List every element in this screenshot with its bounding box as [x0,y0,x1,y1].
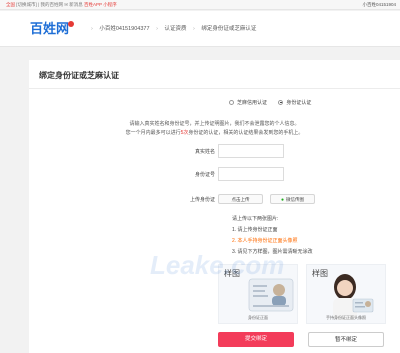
logo-dot-icon [68,21,75,27]
local-upload-button[interactable]: 点击上传 [218,194,263,204]
city-label: 全国 [6,2,15,7]
intro-line-2-pre: 您一个月内最多可以进行 [125,130,181,136]
skip-bind-button[interactable]: 暂不绑定 [308,332,384,347]
radio-zhima-circle-icon [229,100,234,105]
breadcrumb-separator-icon: › [192,26,195,32]
sample-id-front: 样图 身份证正面 [218,264,298,324]
username-link[interactable]: 小百姓04151904 [362,0,396,10]
wechat-icon: ● [280,197,285,203]
top-bar-left: 全国 [切换城市] | 我的百姓网 ✉ 新消息 百姓APP 小程序 [6,0,117,10]
breadcrumb-separator-icon: › [156,26,158,32]
instruction-step-2: 2. 本人手持身份证正面头像照 [232,238,298,244]
title-divider [29,88,400,89]
radio-id-card-circle-icon [278,100,284,105]
page-title: 绑定身份证或芝麻认证 [39,71,119,80]
intro-line-2: 您一个月内最多可以进行5次身份证的认证，相关的认证结果会发到您的手机上。 [29,129,400,138]
id-number-input[interactable] [218,167,284,181]
app-link[interactable]: 百姓APP [84,2,102,7]
instructions-heading: 请上传以下两张图片: [232,216,279,222]
sample-tag: 样图 [312,269,328,278]
breadcrumb-item-current: 绑定身份证或芝麻认证 [201,26,257,32]
real-name-input[interactable] [218,144,284,158]
upload-instructions: 请上传以下两张图片: 1. 请上传身份证正面 2. 本人手持身份证正面头像照 3… [232,214,313,258]
id-number-label: 身份证号 [194,172,215,178]
breadcrumb-separator-icon: › [91,26,93,32]
intro-line-2-post: 身份证的认证，相关的认证结果会发到您的手机上。 [188,130,304,136]
radio-id-card-label: 身份证认证 [286,100,312,106]
sample-hand-held: 样图 手持身份证正面头像照 [306,264,386,324]
sample-caption: 手持身份证正面头像照 [326,315,366,320]
breadcrumb: › 小百姓04151904377 › 认证资质 › 绑定身份证或芝麻认证 [86,24,256,34]
site-logo[interactable]: 百姓网 [30,19,75,39]
breadcrumb-item-user[interactable]: 小百姓04151904377 [99,26,149,32]
new-message-link[interactable]: ✉ 新消息 [64,2,83,7]
intro-line-1: 请输入真实姓名和身份证号，并上传证明图片，我们不会泄露您的个人信息。 [129,121,300,127]
wechat-upload-button[interactable]: ● 微信传图 [270,194,315,204]
logo-text: 百姓网 [30,21,70,36]
mini-program-link[interactable]: 小程序 [103,2,117,7]
site-header: 百姓网 › 小百姓04151904377 › 认证资质 › 绑定身份证或芝麻认证 [0,11,400,47]
radio-zhima[interactable]: 芝麻信用认证 [229,99,267,106]
upload-id-label: 上传身份证 [189,197,215,203]
sample-tag: 样图 [224,269,240,278]
submit-bind-button[interactable]: 提交绑定 [218,332,294,347]
local-upload-label: 点击上传 [231,197,250,202]
switch-city-link[interactable]: [切换城市] [16,2,37,7]
intro-text: 请输入真实姓名和身份证号，并上传证明图片，我们不会泄露您的个人信息。 您一个月内… [29,120,400,138]
my-baixing-link[interactable]: | 我的百姓网 [38,2,63,7]
top-utility-bar: 全国 [切换城市] | 我的百姓网 ✉ 新消息 百姓APP 小程序 小百姓041… [0,0,400,10]
verification-card: 绑定身份证或芝麻认证 芝麻信用认证 身份证认证 请输入真实姓名和身份证号，并上传… [29,60,400,353]
radio-zhima-label: 芝麻信用认证 [237,100,268,106]
real-name-label: 真实姓名 [194,149,215,155]
verification-method-group: 芝麻信用认证 身份证认证 [229,99,321,107]
breadcrumb-item-certification[interactable]: 认证资质 [164,26,186,32]
sample-images: 样图 身份证正面 样图 手持身份证正面头像照 [218,264,387,324]
sample-caption: 身份证正面 [248,315,268,320]
wechat-upload-label: 微信传图 [286,197,305,202]
instruction-step-1: 1. 请上传身份证正面 [232,227,278,233]
instruction-step-3: 3. 请见下方样图，图片需清晰无涂改 [232,249,313,255]
radio-id-card[interactable]: 身份证认证 [278,99,311,106]
